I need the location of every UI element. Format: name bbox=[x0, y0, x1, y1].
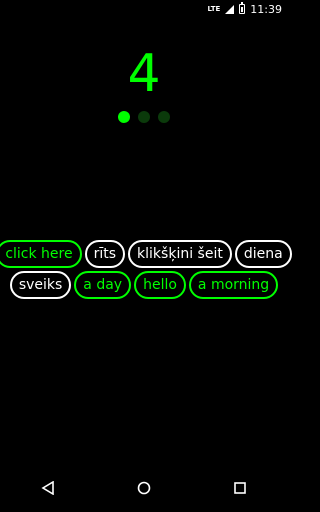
page-dot-1 bbox=[118, 111, 130, 123]
recents-icon bbox=[234, 482, 246, 494]
clock: 11:39 bbox=[250, 2, 282, 16]
chip-klikskini-seit[interactable]: klikšķini šeit bbox=[128, 240, 232, 268]
chip-click-here[interactable]: click here bbox=[0, 240, 82, 268]
battery-icon bbox=[239, 2, 246, 14]
chip-a-day[interactable]: a day bbox=[74, 271, 132, 299]
chip-diena[interactable]: diena bbox=[234, 240, 292, 268]
word-choices: click here rīts klikšķini šeit diena sve… bbox=[0, 240, 292, 302]
chip-sveiks[interactable]: sveiks bbox=[9, 271, 72, 299]
chip-row-1: click here rīts klikšķini šeit diena bbox=[0, 240, 292, 268]
chip-a-morning[interactable]: a morning bbox=[188, 271, 279, 299]
page-dot-3 bbox=[158, 111, 170, 123]
counter-number: 4 bbox=[127, 44, 161, 104]
back-icon bbox=[41, 481, 54, 495]
page-indicator bbox=[0, 111, 288, 123]
status-bar: LTE 11:39 bbox=[0, 0, 288, 18]
chip-rits[interactable]: rīts bbox=[84, 240, 126, 268]
home-icon bbox=[137, 481, 151, 495]
chip-hello[interactable]: hello bbox=[134, 271, 186, 299]
page-dot-2 bbox=[138, 111, 150, 123]
signal-icon bbox=[225, 4, 235, 14]
recents-button[interactable] bbox=[220, 468, 260, 508]
home-button[interactable] bbox=[124, 468, 164, 508]
lte-indicator: LTE bbox=[207, 4, 221, 13]
back-button[interactable] bbox=[28, 468, 68, 508]
chip-row-2: sveiks a day hello a morning bbox=[0, 271, 288, 299]
navigation-bar bbox=[0, 464, 288, 512]
